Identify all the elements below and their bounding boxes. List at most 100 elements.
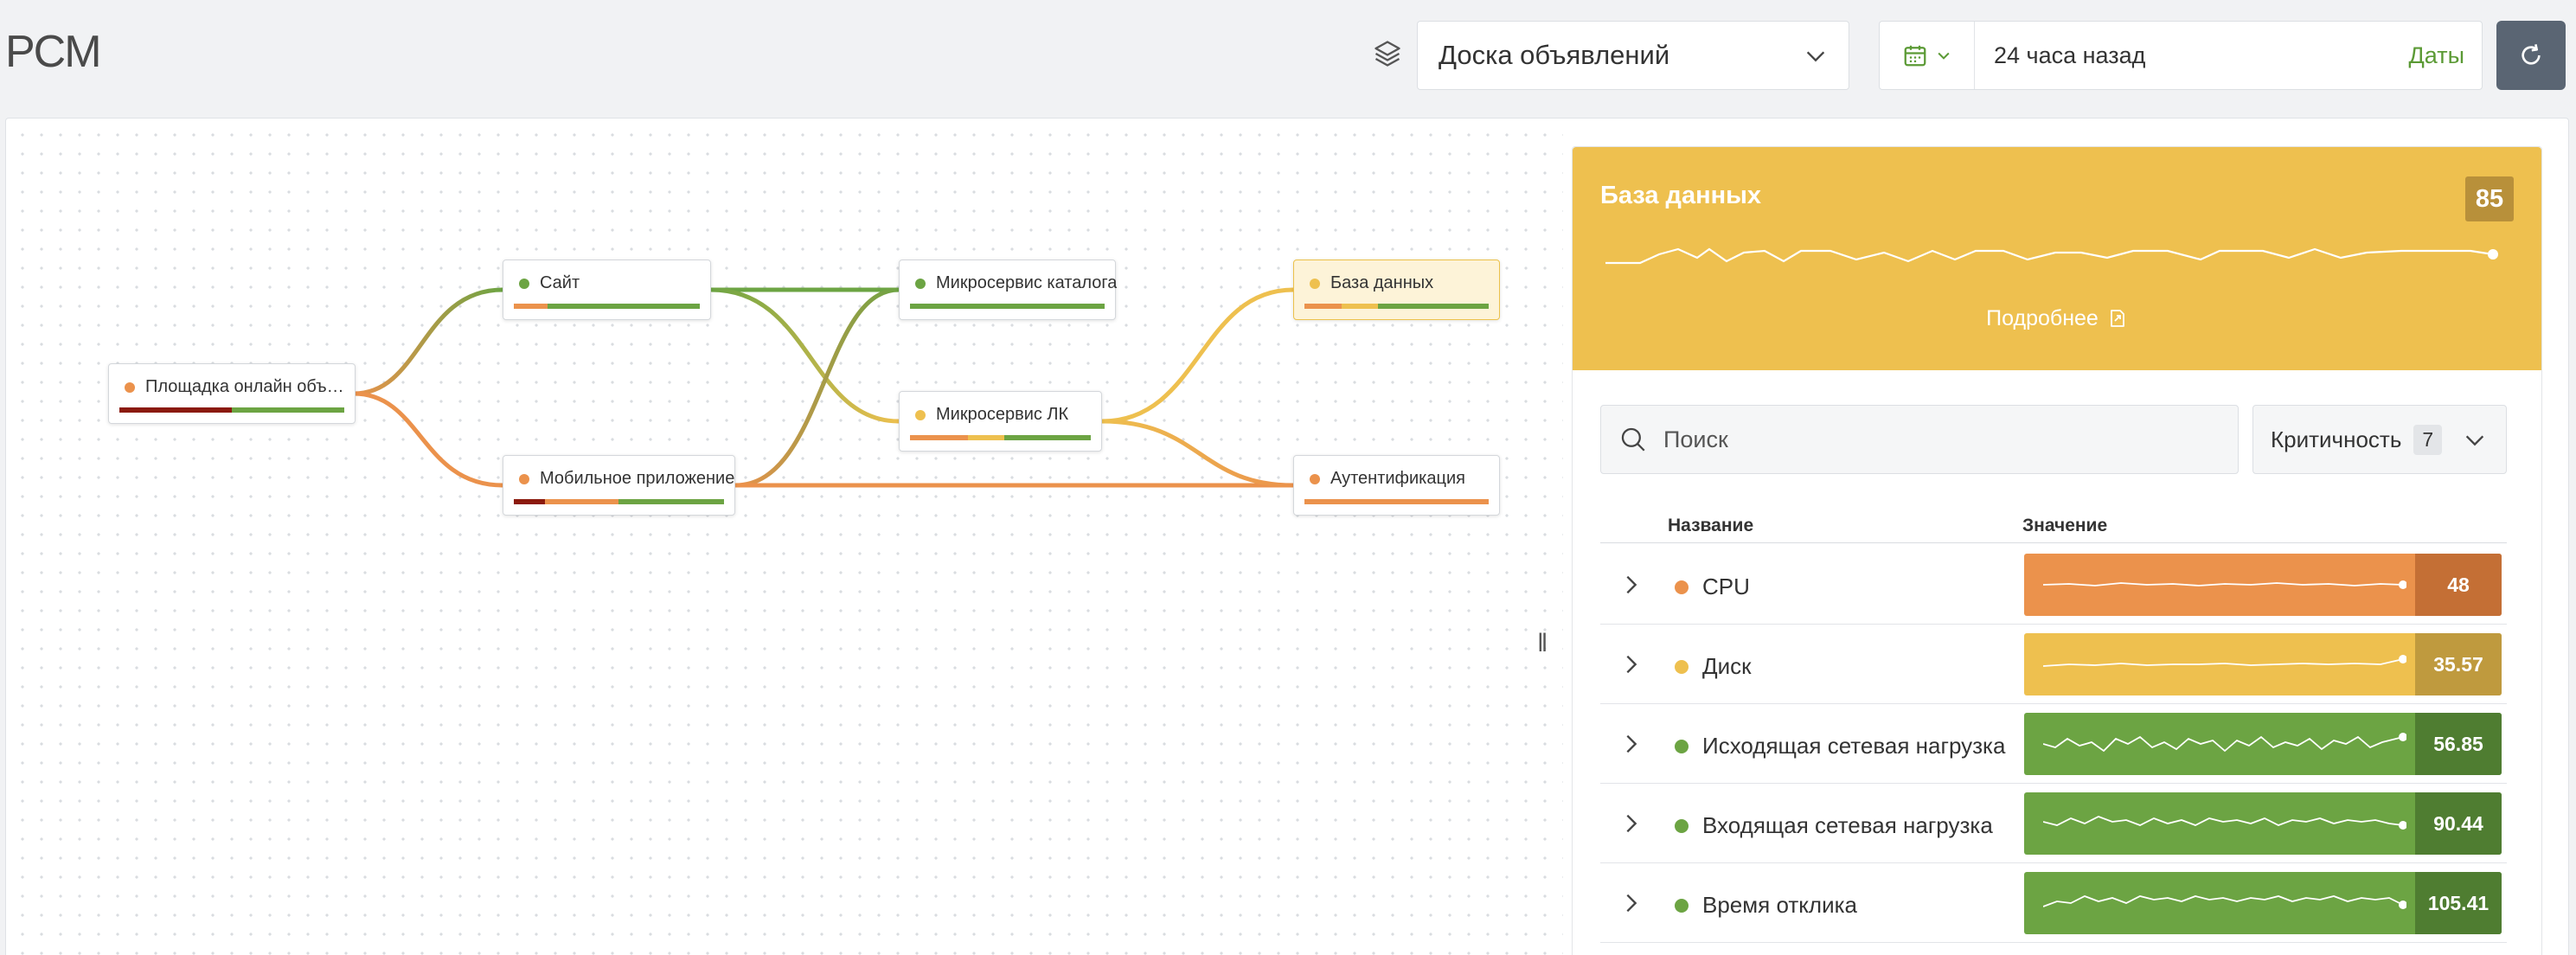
detail-panel: База данных 85 Подробнее Критичность: [1572, 146, 2542, 955]
metric-sparkline: [2043, 895, 2406, 909]
status-dot: [519, 474, 529, 484]
layers-icon[interactable]: [1372, 38, 1403, 69]
chevron-right-icon[interactable]: [1619, 652, 1644, 676]
app-title: PCM: [5, 27, 102, 77]
status-dot: [1675, 660, 1688, 674]
criticality-label: Критичность: [2271, 426, 2402, 452]
metric-sparkline: [2043, 580, 2406, 589]
node-health-bar: [1304, 304, 1489, 309]
status-dot: [125, 382, 135, 393]
node-label: Микросервис ЛК: [936, 405, 1069, 424]
status-dot: [1675, 740, 1688, 753]
node-label: Микросервис каталога: [936, 273, 1118, 292]
detail-header: База данных 85 Подробнее: [1573, 147, 2541, 370]
metric-value-cell: 105.41: [2024, 872, 2502, 934]
node-lk[interactable]: Микросервис ЛК: [899, 391, 1102, 452]
edge-lk-db: [1101, 287, 1294, 424]
metric-row[interactable]: Время отклика 105.41: [1600, 863, 2507, 943]
edge-site-lk: [710, 287, 900, 424]
status-dot: [1675, 819, 1688, 833]
node-health-bar: [514, 499, 724, 504]
node-health-bar: [910, 435, 1091, 440]
node-health-bar: [514, 304, 700, 309]
column-value-header: Значение: [2022, 516, 2108, 535]
metric-sparkline: [2043, 733, 2406, 753]
metrics-table-header: Название Значение: [1600, 509, 2507, 543]
node-db[interactable]: База данных: [1293, 260, 1500, 320]
node-site[interactable]: Сайт: [503, 260, 711, 320]
metric-value: 105.41: [2415, 872, 2502, 934]
graph-edges: [353, 287, 1294, 488]
status-dot: [915, 279, 926, 289]
node-auth[interactable]: Аутентификация: [1293, 455, 1500, 516]
panel-resize-handle[interactable]: ‖: [1537, 629, 1548, 658]
metric-value: 56.85: [2415, 713, 2502, 775]
chevron-right-icon[interactable]: [1619, 732, 1644, 756]
status-dot: [915, 410, 926, 420]
metric-row[interactable]: CPU 48: [1600, 545, 2507, 625]
node-label: Аутентификация: [1330, 469, 1465, 488]
main-panel: Площадка онлайн объя... Сайт Мобильное п…: [5, 118, 2569, 955]
detail-title: База данных: [1600, 182, 1762, 209]
metric-value-cell: 48: [2024, 554, 2502, 616]
metric-sparkline: [2043, 655, 2406, 667]
node-mobile[interactable]: Мобильное приложение: [503, 455, 735, 516]
node-health-bar: [119, 407, 344, 413]
score-badge: 85: [2465, 176, 2514, 221]
metric-row[interactable]: Входящая сетевая нагрузка 90.44: [1600, 784, 2507, 863]
metric-row[interactable]: Исходящая сетевая нагрузка 56.85: [1600, 704, 2507, 784]
status-dot: [1310, 474, 1320, 484]
board-select-value: Доска объявлений: [1439, 40, 1670, 70]
metric-name: Входящая сетевая нагрузка: [1702, 812, 1993, 838]
metric-value-cell: 56.85: [2024, 713, 2502, 775]
edge-mobile-catalog: [734, 287, 900, 488]
column-name-header: Название: [1668, 516, 1754, 535]
status-dot: [1675, 899, 1688, 913]
metric-name: Диск: [1702, 653, 1752, 679]
metric-name: Исходящая сетевая нагрузка: [1702, 733, 2006, 759]
metric-value-cell: 90.44: [2024, 792, 2502, 855]
criticality-filter[interactable]: Критичность 7: [2252, 405, 2507, 474]
chevron-right-icon[interactable]: [1619, 811, 1644, 836]
chevron-down-icon: [1937, 52, 1950, 60]
board-select[interactable]: Доска объявлений: [1417, 21, 1849, 90]
node-label: Сайт: [540, 273, 580, 292]
metric-search: [1600, 405, 2239, 474]
service-graph: Площадка онлайн объя... Сайт Мобильное п…: [6, 119, 1563, 955]
status-dot: [1675, 580, 1688, 594]
node-catalog[interactable]: Микросервис каталога: [899, 260, 1118, 320]
metric-value-cell: 35.57: [2024, 633, 2502, 695]
chevron-right-icon[interactable]: [1619, 891, 1644, 915]
refresh-icon: [2522, 44, 2541, 65]
metric-value: 35.57: [2415, 633, 2502, 695]
node-label: База данных: [1330, 273, 1434, 292]
search-icon: [1621, 427, 1645, 452]
edge-platform-site: [353, 287, 503, 396]
node-label: Площадка онлайн объя...: [145, 377, 344, 396]
metric-name: Время отклика: [1702, 892, 1858, 918]
metric-value: 48: [2415, 554, 2502, 616]
node-platform[interactable]: Площадка онлайн объя...: [108, 363, 356, 424]
metric-sparkline: [2043, 816, 2406, 830]
node-health-bar: [910, 304, 1105, 309]
details-link[interactable]: Подробнее: [1573, 306, 2541, 331]
status-dot: [1310, 279, 1320, 289]
edge-platform-mobile: [353, 391, 503, 488]
calendar-icon: [1904, 45, 1926, 67]
chevron-right-icon[interactable]: [1619, 573, 1644, 597]
calendar-button[interactable]: [1880, 22, 1975, 89]
details-link-label: Подробнее: [1986, 306, 2099, 330]
detail-sparkline: [1605, 247, 2498, 265]
dates-link[interactable]: Даты: [2409, 42, 2482, 69]
status-dot: [519, 279, 529, 289]
criticality-count-badge: 7: [2413, 424, 2443, 455]
chevron-down-icon: [1806, 51, 1825, 62]
refresh-button[interactable]: [2496, 21, 2566, 90]
metric-row[interactable]: Диск 35.57: [1600, 625, 2507, 704]
external-link-icon: [2110, 310, 2124, 327]
node-health-bar: [1304, 499, 1489, 504]
node-label: Мобильное приложение: [540, 469, 735, 488]
search-input[interactable]: [1663, 426, 2182, 453]
chevron-down-icon: [2465, 435, 2484, 446]
time-range-value: 24 часа назад: [1994, 42, 2146, 68]
